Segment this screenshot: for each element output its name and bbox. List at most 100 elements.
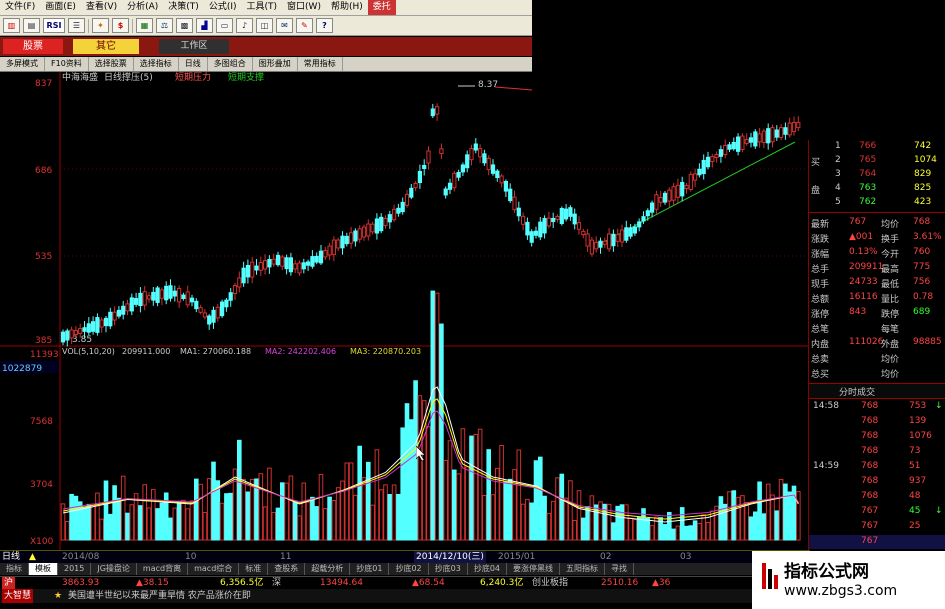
tab-workspace[interactable]: 工作区 (159, 39, 229, 54)
help-icon[interactable]: ? (316, 18, 333, 33)
price-tick: 385 (35, 336, 52, 346)
candle-body (254, 265, 259, 271)
grid-icon[interactable]: ▦ (136, 18, 153, 33)
func-select-stock[interactable]: 选择股票 (89, 57, 134, 71)
toolbar: ▥ ▤ RSI ☰ ✦ $ ▦ ⚖ ▩ ▟ ▭ ♪ ◫ ✉ ✎ ? (0, 16, 532, 36)
indicator-tab[interactable]: macd背离 (137, 563, 189, 575)
indicator-tab[interactable]: 2015 (58, 563, 92, 575)
indicator-tab[interactable]: 抄底04 (468, 563, 508, 575)
candle-body (697, 168, 702, 176)
stat-row: 总卖 均价 (809, 351, 945, 365)
menu-trade[interactable]: 委托 (367, 0, 396, 15)
tab-other[interactable]: 其它 (73, 39, 139, 54)
indicator-tab[interactable]: 五阳指标 (560, 563, 606, 575)
menu-view[interactable]: 查看(V) (81, 0, 122, 15)
rsi-icon[interactable]: RSI (43, 18, 65, 33)
indicator-tab[interactable]: 指标 (0, 563, 29, 575)
indicator-tab[interactable]: 寻找 (605, 563, 635, 575)
func-overlay[interactable]: 图形叠加 (253, 57, 298, 71)
volume-bar (679, 507, 685, 541)
f10-icon[interactable]: ✦ (92, 18, 109, 33)
candle-body (490, 164, 496, 174)
candle-body (680, 181, 685, 197)
lightning-icon[interactable]: ✎ (296, 18, 313, 33)
func-daily[interactable]: 日线 (179, 57, 208, 71)
orderbook-row: 5 762 423 (809, 196, 945, 210)
volume-bar (206, 478, 212, 541)
candle-body (258, 262, 263, 271)
menu-screen[interactable]: 画面(E) (40, 0, 81, 15)
scale-icon[interactable]: ⚖ (156, 18, 173, 33)
volume-bar (116, 497, 122, 541)
volume-bar (667, 511, 672, 541)
indicator-tab[interactable]: macd综合 (188, 563, 240, 575)
tick-row: 768 937 (809, 475, 945, 489)
warn-icon[interactable]: $ (112, 18, 129, 33)
chat-icon[interactable]: ✉ (276, 18, 293, 33)
news-ticker[interactable]: 大智慧 ★ 美国遭半世纪以来最严重旱情 农产品涨价在即 (0, 589, 810, 603)
func-select-indicator[interactable]: 选择指标 (134, 57, 179, 71)
candle-body (589, 239, 594, 255)
volume-bar (185, 508, 190, 541)
ticks-header[interactable]: 分时成交 (809, 383, 945, 399)
kline-chart[interactable]: 837 686 535 385 中海海盛 日线 撑压(5) 短期压力 短期支撑 … (0, 72, 810, 550)
volume-bar (181, 499, 186, 541)
menu-file[interactable]: 文件(F) (0, 0, 40, 15)
doc-icon[interactable]: ▭ (216, 18, 233, 33)
menu-analysis[interactable]: 分析(A) (122, 0, 163, 15)
candle-body (774, 129, 779, 138)
indicator-tab[interactable]: 抄底02 (389, 563, 429, 575)
volume-bar (503, 481, 509, 541)
volume-bar (129, 504, 135, 541)
candle-body (559, 208, 564, 224)
chart-area[interactable]: 837 686 535 385 中海海盛 日线 撑压(5) 短期压力 短期支撑 … (0, 72, 810, 550)
volume-bar (434, 292, 440, 541)
volume-bar (245, 491, 251, 541)
func-common-indicators[interactable]: 常用指标 (298, 57, 343, 71)
volume-bar (791, 485, 797, 541)
tab-stock[interactable]: 股票 (3, 39, 63, 54)
candle-body (284, 257, 289, 270)
news-headline[interactable]: 美国遭半世纪以来最严重旱情 农产品涨价在即 (68, 589, 251, 603)
candle-body (336, 239, 341, 249)
indicator-tab[interactable]: 抄底03 (429, 563, 468, 575)
indicator-tab[interactable]: 超载分析 (305, 563, 351, 575)
volume-bar (731, 490, 737, 541)
indicator-tab[interactable]: 要涨停黑线 (507, 563, 561, 575)
candle-body (723, 144, 728, 156)
candle-body (314, 255, 319, 263)
tick-price: 767 (861, 536, 879, 546)
list-icon[interactable]: ☰ (68, 18, 85, 33)
indicator-tab[interactable]: 标准 (239, 563, 269, 575)
indicator-tab[interactable]: 抄底01 (350, 563, 390, 575)
volume-bar (460, 428, 466, 541)
func-multi-chart[interactable]: 多图组合 (208, 57, 253, 71)
volume-bar (645, 517, 651, 541)
menu-help[interactable]: 帮助(H) (326, 0, 368, 15)
candle-body (542, 218, 547, 234)
blocks-icon[interactable]: ▩ (176, 18, 193, 33)
stat-row: 现手 24733 最低 756 (809, 276, 945, 290)
volume-bar (765, 483, 771, 541)
kline-icon[interactable]: ▥ (3, 18, 20, 33)
volume-bar (361, 477, 367, 541)
indicator-tab[interactable]: 模板 (29, 563, 58, 575)
speaker-icon[interactable]: ♪ (236, 18, 253, 33)
indicator-tab[interactable]: JG操盘论 (91, 563, 137, 575)
volume-bar (262, 506, 268, 541)
menu-formula[interactable]: 公式(I) (204, 0, 242, 15)
menu-decision[interactable]: 决策(T) (163, 0, 204, 15)
quote-icon[interactable]: ▤ (23, 18, 40, 33)
func-multiscreen[interactable]: 多屏模式 (0, 57, 45, 71)
candle-body (572, 213, 577, 225)
indicator-tab[interactable]: 查股系 (268, 563, 306, 575)
window-icon[interactable]: ◫ (256, 18, 273, 33)
vol-title: VOL(5,10,20) (62, 347, 115, 356)
menu-tools[interactable]: 工具(T) (242, 0, 283, 15)
stat-value: 775 (913, 262, 931, 272)
func-f10[interactable]: F10资料 (45, 57, 89, 71)
candle-body (361, 226, 367, 238)
menu-window[interactable]: 窗口(W) (282, 0, 326, 15)
chart-icon[interactable]: ▟ (196, 18, 213, 33)
volume-bar (692, 520, 698, 541)
